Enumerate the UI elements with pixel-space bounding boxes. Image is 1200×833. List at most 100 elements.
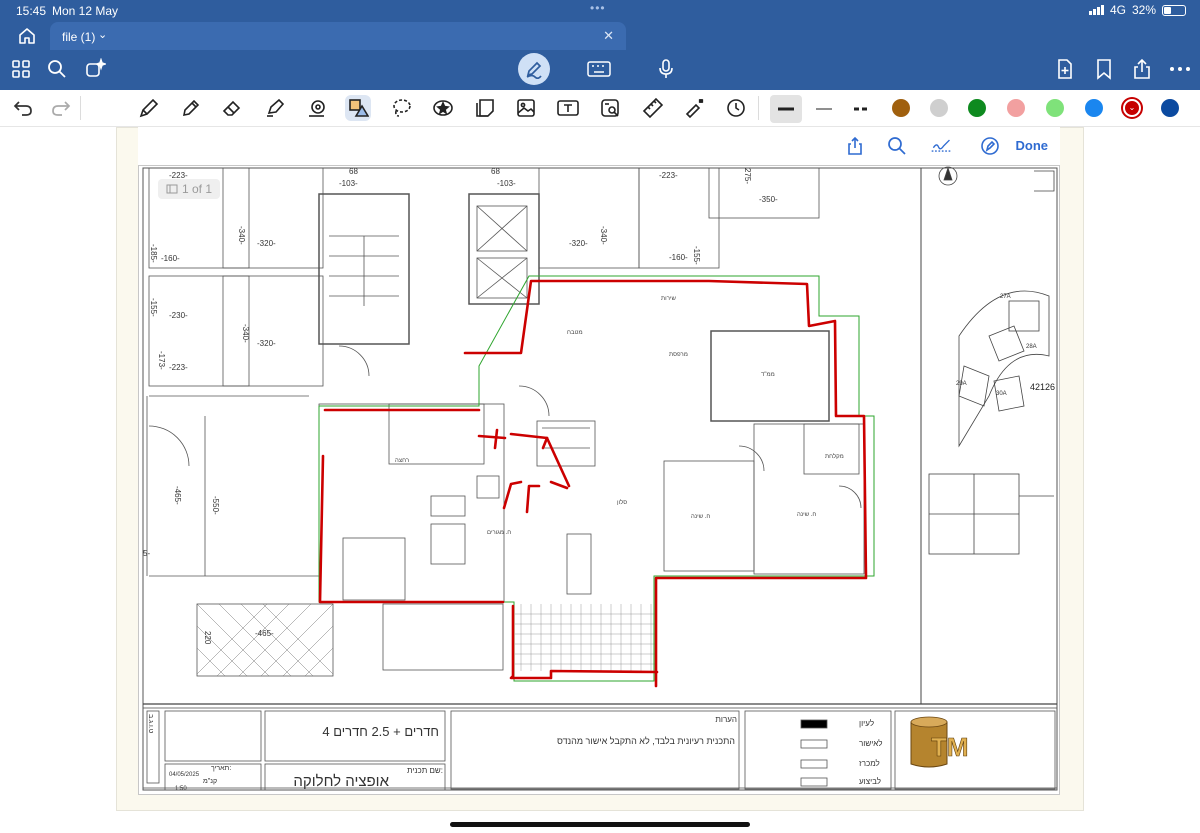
plan-label-42126: 42126 bbox=[1030, 382, 1055, 392]
dim-label: -155- bbox=[692, 246, 701, 265]
line-thin-button[interactable] bbox=[808, 95, 840, 123]
scale-value: 1:50 bbox=[175, 786, 187, 792]
search-icon[interactable] bbox=[44, 56, 70, 82]
keyboard-icon[interactable] bbox=[586, 56, 612, 82]
dim-label: -320- bbox=[257, 239, 276, 248]
battery-percent: 32% bbox=[1131, 3, 1156, 17]
dim-label: -550- bbox=[211, 496, 220, 515]
line-dashed-button[interactable] bbox=[846, 95, 878, 123]
scale-label: קנ"מ bbox=[203, 778, 217, 785]
export-icon[interactable] bbox=[844, 135, 866, 157]
close-icon[interactable]: ✕ bbox=[603, 28, 614, 44]
page-icon bbox=[166, 184, 178, 194]
magic-icon[interactable] bbox=[82, 56, 108, 82]
pencil-icon[interactable] bbox=[178, 95, 204, 121]
dim-label: -185- bbox=[149, 244, 158, 263]
room-label: סלון bbox=[617, 498, 627, 506]
multitask-dots[interactable]: ••• bbox=[590, 1, 606, 15]
dim-label: -350- bbox=[759, 195, 778, 204]
pen-markup-icon[interactable] bbox=[518, 53, 550, 85]
room-label: רחצה bbox=[395, 458, 409, 464]
highlighter-icon[interactable] bbox=[262, 95, 288, 121]
image-icon[interactable] bbox=[513, 95, 539, 121]
microphone-icon[interactable] bbox=[653, 56, 679, 82]
lasso-icon[interactable] bbox=[388, 95, 414, 121]
tab-row: file (1) ⌄ ✕ bbox=[0, 20, 1200, 50]
bookmark-icon[interactable] bbox=[1091, 56, 1117, 82]
page-indicator: 1 of 1 bbox=[158, 179, 221, 199]
plan-name-label: שם תכנית: bbox=[407, 766, 443, 775]
clock-icon[interactable] bbox=[723, 95, 749, 121]
chevron-down-icon[interactable]: ⌄ bbox=[98, 28, 107, 41]
dim-label: -465- bbox=[173, 486, 182, 505]
logo-text: TM bbox=[931, 732, 969, 762]
legend-note: התכנית רעיונית בלבד, לא התקבל אישור מהנד… bbox=[557, 736, 735, 746]
dim-label: -340- bbox=[599, 226, 608, 245]
scan-icon[interactable] bbox=[597, 95, 623, 121]
text-box-icon[interactable] bbox=[555, 95, 581, 121]
color-swatch-gray[interactable] bbox=[930, 99, 948, 117]
dim-label: -340- bbox=[241, 324, 250, 343]
color-swatch-light-green[interactable] bbox=[1046, 99, 1064, 117]
line-thick-button[interactable] bbox=[770, 95, 802, 123]
dim-label: -465- bbox=[255, 629, 274, 638]
home-indicator[interactable] bbox=[450, 822, 750, 827]
color-swatch-brown[interactable] bbox=[892, 99, 910, 117]
grid-icon[interactable] bbox=[8, 56, 34, 82]
dim-label: 220 bbox=[203, 631, 212, 645]
eraser-icon[interactable] bbox=[219, 95, 245, 121]
dim-label: -230- bbox=[169, 311, 188, 320]
document-toolbar: Done bbox=[138, 127, 1060, 165]
stage-label: למכרז bbox=[859, 759, 880, 768]
room-label: ממ"ד bbox=[761, 372, 775, 378]
room-label: ח. שינה bbox=[797, 512, 816, 518]
dim-label: 5- bbox=[143, 549, 150, 558]
legend-title: הערות bbox=[715, 715, 737, 724]
undo-icon[interactable] bbox=[10, 95, 36, 121]
side-label: ט.ו.ג.ב bbox=[147, 714, 154, 734]
ruler-icon[interactable] bbox=[640, 95, 666, 121]
network-type: 4G bbox=[1109, 3, 1126, 17]
color-swatch-red-selected[interactable]: ⌄ bbox=[1123, 99, 1141, 117]
color-swatch-green[interactable] bbox=[968, 99, 986, 117]
date-label: תאריך: bbox=[211, 765, 231, 772]
status-date: Mon 12 May bbox=[52, 4, 119, 18]
markup-circle-icon[interactable] bbox=[979, 135, 1001, 157]
color-swatch-blue[interactable] bbox=[1085, 99, 1103, 117]
laser-pointer-icon[interactable] bbox=[682, 95, 708, 121]
status-time: 15:45 bbox=[16, 4, 47, 18]
doc-search-icon[interactable] bbox=[886, 135, 908, 157]
signature-icon[interactable] bbox=[930, 135, 952, 157]
dim-label: -155- bbox=[149, 298, 158, 317]
toolbar-divider bbox=[758, 96, 759, 120]
dim-label: -160- bbox=[161, 254, 180, 263]
home-icon[interactable] bbox=[16, 25, 38, 47]
dim-label: -223- bbox=[659, 171, 678, 180]
color-swatch-pink[interactable] bbox=[1007, 99, 1025, 117]
pen-icon[interactable] bbox=[136, 95, 162, 121]
app-toolbar bbox=[0, 50, 1200, 90]
shape-tool-icon[interactable] bbox=[345, 95, 371, 121]
more-icon[interactable] bbox=[1167, 56, 1193, 82]
add-page-icon[interactable] bbox=[1052, 56, 1078, 82]
dim-label: 68 bbox=[349, 167, 358, 176]
title-rooms: 4 חדרים + 2.5 חדרים bbox=[322, 724, 439, 739]
plan-name: אופציה לחלוקה bbox=[293, 773, 389, 790]
date-value: 04/05/2025 bbox=[169, 772, 200, 778]
redo-icon[interactable] bbox=[48, 95, 74, 121]
stamp-icon[interactable] bbox=[304, 95, 330, 121]
share-icon[interactable] bbox=[1129, 56, 1155, 82]
status-bar: 15:45 Mon 12 May ••• 4G 32% bbox=[0, 0, 1200, 20]
sticky-note-icon[interactable] bbox=[472, 95, 498, 121]
done-button[interactable]: Done bbox=[1016, 138, 1049, 153]
markup-toolbar: ⌄ bbox=[0, 90, 1200, 127]
dim-label: 68 bbox=[491, 167, 500, 176]
sticker-icon[interactable] bbox=[430, 95, 456, 121]
document-area: Done 27A 28A 29A 30A 42126 -223- -103- 6… bbox=[0, 127, 1200, 833]
room-label: מקלחת bbox=[825, 452, 844, 460]
room-label: מרפסת bbox=[669, 352, 688, 358]
color-swatch-dark-blue[interactable] bbox=[1161, 99, 1179, 117]
dim-label: 275- bbox=[743, 168, 752, 184]
toolbar-divider bbox=[80, 96, 81, 120]
file-tab[interactable]: file (1) ⌄ ✕ bbox=[50, 22, 626, 50]
